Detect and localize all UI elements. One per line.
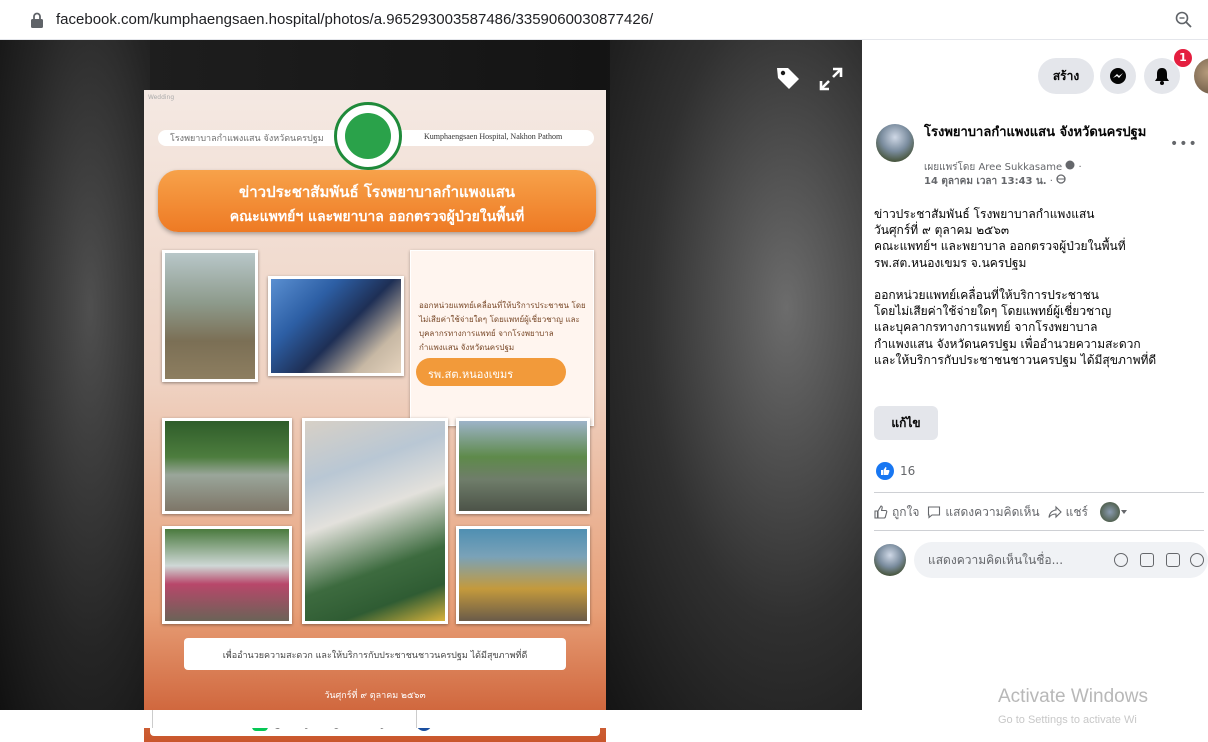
thumbs-up-icon [874,505,888,519]
emoji-icon[interactable] [1114,553,1128,567]
poster-header-right: Kumphaengsaen Hospital, Nakhon Pathom [424,132,563,141]
bell-icon [1155,68,1169,85]
byline-text: เผยแพร่โดย Aree Sukkasame [924,162,1063,173]
poster-location-label: รพ.สต.หนองเขมร [416,358,566,386]
banner-line2: คณะแพทย์ฯ และพยาบาล ออกตรวจผู้ป่วยในพื้น… [229,209,525,225]
messenger-button[interactable] [1100,58,1136,94]
lock-icon [31,12,43,28]
like-reaction-icon [876,462,894,480]
poster-photo [162,250,258,382]
fullscreen-icon[interactable] [818,66,844,92]
sticker-icon[interactable] [1190,553,1204,567]
activate-windows-subtitle: Go to Settings to activate Wi [998,714,1137,726]
ministry-seal-logo [334,102,402,170]
post-byline: เผยแพร่โดย Aree Sukkasame · 14 ตุลาคม เว… [924,160,1082,187]
poster-photo [456,526,590,624]
post-timestamp[interactable]: 14 ตุลาคม เวลา 13:43 น. [924,176,1047,187]
activate-windows-title: Activate Windows [998,686,1148,707]
comment-label: แสดงความคิดเห็น [945,504,1040,519]
globe-icon [1056,174,1066,184]
like-label: ถูกใจ [892,504,920,519]
banner-line1: ข่าวประชาสัมพันธ์ โรงพยาบาลกำแพงแสน [238,183,516,201]
gif-icon[interactable] [1166,553,1180,567]
share-label: แชร์ [1065,504,1088,519]
audience-avatar[interactable] [1099,502,1120,522]
divider [874,492,1204,493]
info-icon [1065,160,1075,170]
tag-icon[interactable] [774,64,802,92]
commenter-avatar[interactable] [874,544,906,576]
poster-image[interactable]: Wedding โรงพยาบาลกำแพงแสน จังหวัดนครปฐม … [144,90,606,742]
poster-banner: ข่าวประชาสัมพันธ์ โรงพยาบาลกำแพงแสน คณะแ… [158,170,596,232]
blurred-backdrop-left [0,40,150,710]
poster-corner-text: Wedding [148,94,175,101]
edit-button[interactable]: แก้ไข [874,406,938,440]
photo-viewer: Wedding โรงพยาบาลกำแพงแสน จังหวัดนครปฐม … [0,40,862,742]
poster-photo [456,418,590,514]
poster-info-text: ออกหน่วยแพทย์เคลื่อนที่ให้บริการประชาชน … [419,301,586,352]
url-text[interactable]: facebook.com/kumphaengsaen.hospital/phot… [56,11,653,28]
comment-composer: แสดงความคิดเห็นในชื่อ... [874,542,1208,578]
poster-info-card: ออกหน่วยแพทย์เคลื่อนที่ให้บริการประชาชน … [410,250,594,426]
page-avatar[interactable] [876,124,914,162]
account-avatar[interactable] [1194,58,1208,94]
poster-photo [162,418,292,514]
share-button[interactable]: แชร์ [1048,503,1088,522]
zoom-icon[interactable] [1174,10,1194,30]
poster-photo [302,418,448,624]
share-icon [1048,505,1062,519]
poster-date: วันศุกร์ที่ ๙ ตุลาคม ๒๕๖๓ [324,691,426,701]
top-nav: สร้าง 1 [862,40,1208,108]
reaction-count: 16 [900,464,916,478]
comment-icon [928,506,941,519]
comment-input[interactable]: แสดงความคิดเห็นในชื่อ... [914,542,1208,578]
comment-placeholder: แสดงความคิดเห็นในชื่อ... [928,553,1064,567]
poster-header-left: โรงพยาบาลกำแพงแสน จังหวัดนครปฐม [170,134,324,144]
camera-icon[interactable] [1140,553,1154,567]
comment-button[interactable]: แสดงความคิดเห็น [927,503,1040,522]
more-options-button[interactable]: ••• [1170,136,1198,152]
reaction-summary[interactable]: 16 [876,462,915,480]
notifications-button[interactable] [1144,58,1180,94]
page-name-link[interactable]: โรงพยาบาลกำแพงแสน จังหวัดนครปฐม [924,124,1152,141]
create-button[interactable]: สร้าง [1038,58,1094,94]
messenger-icon [1110,68,1126,84]
poster-closing-text: เพื่ออำนวยความสะดวก และให้บริการกับประชา… [184,638,566,670]
chevron-down-icon[interactable] [1120,508,1128,516]
like-button[interactable]: ถูกใจ [874,503,919,522]
blurred-backdrop-right [610,40,862,710]
post-actions: ถูกใจ แสดงความคิดเห็น แชร์ [874,498,1208,526]
post-body: ข่าวประชาสัมพันธ์ โรงพยาบาลกำแพงแสน วันศ… [874,207,1157,367]
notification-badge: 1 [1174,49,1192,67]
poster-photo [268,276,404,376]
divider [874,530,1204,531]
address-bar[interactable]: facebook.com/kumphaengsaen.hospital/phot… [0,0,1208,40]
poster-photo [162,526,292,624]
post-panel: สร้าง 1 โรงพยาบาลกำแพงแสน จังหวัดนครปฐม … [862,40,1208,710]
